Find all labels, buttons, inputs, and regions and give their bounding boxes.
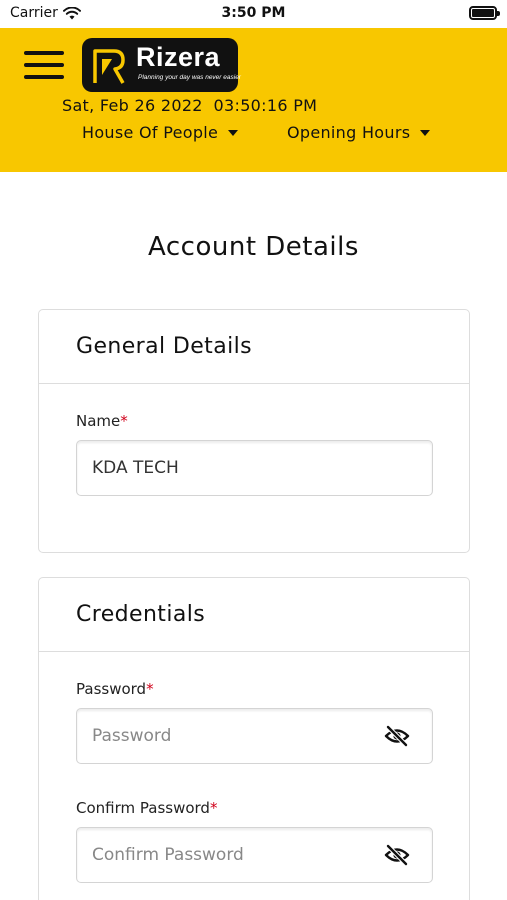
credentials-card: Credentials Password* Password Confirm P… <box>38 577 470 900</box>
confirm-password-placeholder: Confirm Password <box>92 845 244 865</box>
battery-icon <box>469 6 500 20</box>
logo-mark-icon <box>93 49 125 84</box>
hamburger-menu-button[interactable] <box>24 48 64 82</box>
opening-hours-dropdown-label: Opening Hours <box>287 123 411 142</box>
name-input-value: KDA TECH <box>92 458 179 478</box>
password-placeholder: Password <box>92 726 172 746</box>
name-input[interactable]: KDA TECH <box>76 440 433 496</box>
password-input[interactable]: Password <box>76 708 433 764</box>
caret-down-icon <box>420 129 431 136</box>
password-label-text: Password <box>76 680 147 698</box>
name-label: Name* <box>76 412 128 430</box>
brand-name: Rizera <box>136 42 221 72</box>
app-header: Rizera Planning your day was never easie… <box>0 28 507 172</box>
brand-tagline: Planning your day was never easier <box>138 74 241 81</box>
password-label: Password* <box>76 680 154 698</box>
caret-down-icon <box>228 129 239 136</box>
eye-slash-icon[interactable] <box>384 725 410 747</box>
location-dropdown[interactable]: House Of People <box>82 123 239 142</box>
status-bar: Carrier 3:50 PM <box>0 0 507 28</box>
location-dropdown-label: House Of People <box>82 123 219 142</box>
current-datetime: Sat, Feb 26 2022 03:50:16 PM <box>62 96 318 115</box>
general-details-card: General Details Name* KDA TECH <box>38 309 470 553</box>
name-label-text: Name <box>76 412 121 430</box>
required-asterisk: * <box>209 799 218 817</box>
page-title: Account Details <box>148 232 359 262</box>
required-asterisk: * <box>146 680 154 698</box>
confirm-password-label-text: Confirm Password <box>76 799 210 817</box>
confirm-password-input[interactable]: Confirm Password <box>76 827 433 883</box>
confirm-password-label: Confirm Password* <box>76 799 217 817</box>
required-asterisk: * <box>120 412 128 430</box>
status-time: 3:50 PM <box>221 5 286 21</box>
credentials-heading: Credentials <box>39 578 469 652</box>
eye-slash-icon[interactable] <box>384 844 410 866</box>
general-details-heading: General Details <box>39 310 469 384</box>
opening-hours-dropdown[interactable]: Opening Hours <box>287 123 431 142</box>
brand-logo[interactable]: Rizera Planning your day was never easie… <box>82 38 241 92</box>
